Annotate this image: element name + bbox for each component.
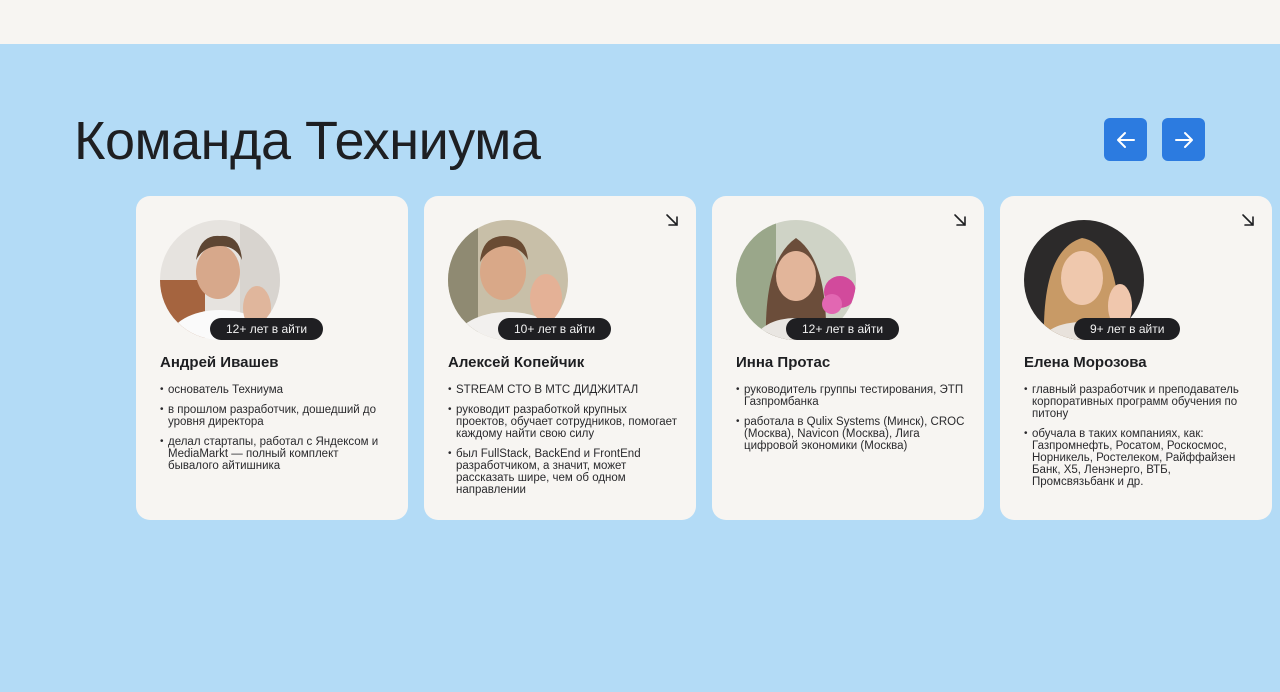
fact-item: в прошлом разработчик, дошедший до уровн… — [160, 404, 392, 428]
fact-item: руководитель группы тестирования, ЭТП Га… — [736, 384, 968, 408]
member-facts: основатель Техниума в прошлом разработчи… — [160, 384, 392, 480]
top-bar — [0, 0, 1280, 44]
fact-item: работала в Qulix Systems (Минск), CROC (… — [736, 416, 968, 452]
team-card[interactable]: 10+ лет в айти Алексей Копейчик STREAM C… — [424, 196, 696, 520]
member-facts: главный разработчик и преподаватель корп… — [1024, 384, 1256, 496]
arrow-down-right-icon[interactable] — [1241, 213, 1255, 227]
experience-badge: 12+ лет в айти — [210, 318, 324, 340]
fact-item: был FullStack, BackEnd и FrontEnd разраб… — [448, 448, 680, 496]
arrow-right-icon — [1174, 131, 1193, 148]
experience-badge: 10+ лет в айти — [498, 318, 612, 340]
arrow-down-right-icon[interactable] — [953, 213, 967, 227]
carousel-prev-button[interactable] — [1104, 118, 1147, 161]
experience-badge: 9+ лет в айти — [1074, 318, 1181, 340]
fact-item: главный разработчик и преподаватель корп… — [1024, 384, 1256, 420]
member-name: Андрей Ивашев — [160, 354, 279, 371]
team-card[interactable]: 12+ лет в айти Инна Протас руководитель … — [712, 196, 984, 520]
member-facts: руководитель группы тестирования, ЭТП Га… — [736, 384, 968, 460]
arrow-down-right-icon[interactable] — [665, 213, 679, 227]
fact-item: руководит разработкой крупных проектов, … — [448, 404, 680, 440]
carousel-next-button[interactable] — [1162, 118, 1205, 161]
page-title: Команда Техниума — [74, 111, 541, 171]
arrow-left-icon — [1116, 131, 1135, 148]
experience-badge: 12+ лет в айти — [786, 318, 900, 340]
team-card[interactable]: 9+ лет в айти Елена Морозова главный раз… — [1000, 196, 1272, 520]
member-name: Алексей Копейчик — [448, 354, 585, 371]
member-name: Инна Протас — [736, 354, 831, 371]
fact-item: обучала в таких компаниях, как: Газпромн… — [1024, 428, 1256, 488]
fact-item: основатель Техниума — [160, 384, 392, 396]
fact-item: делал стартапы, работал с Яндексом и Med… — [160, 436, 392, 472]
member-name: Елена Морозова — [1024, 354, 1147, 371]
fact-item: STREAM CTO В МТС ДИДЖИТАЛ — [448, 384, 680, 396]
team-card[interactable]: 12+ лет в айти Андрей Ивашев основатель … — [136, 196, 408, 520]
member-facts: STREAM CTO В МТС ДИДЖИТАЛ руководит разр… — [448, 384, 680, 504]
